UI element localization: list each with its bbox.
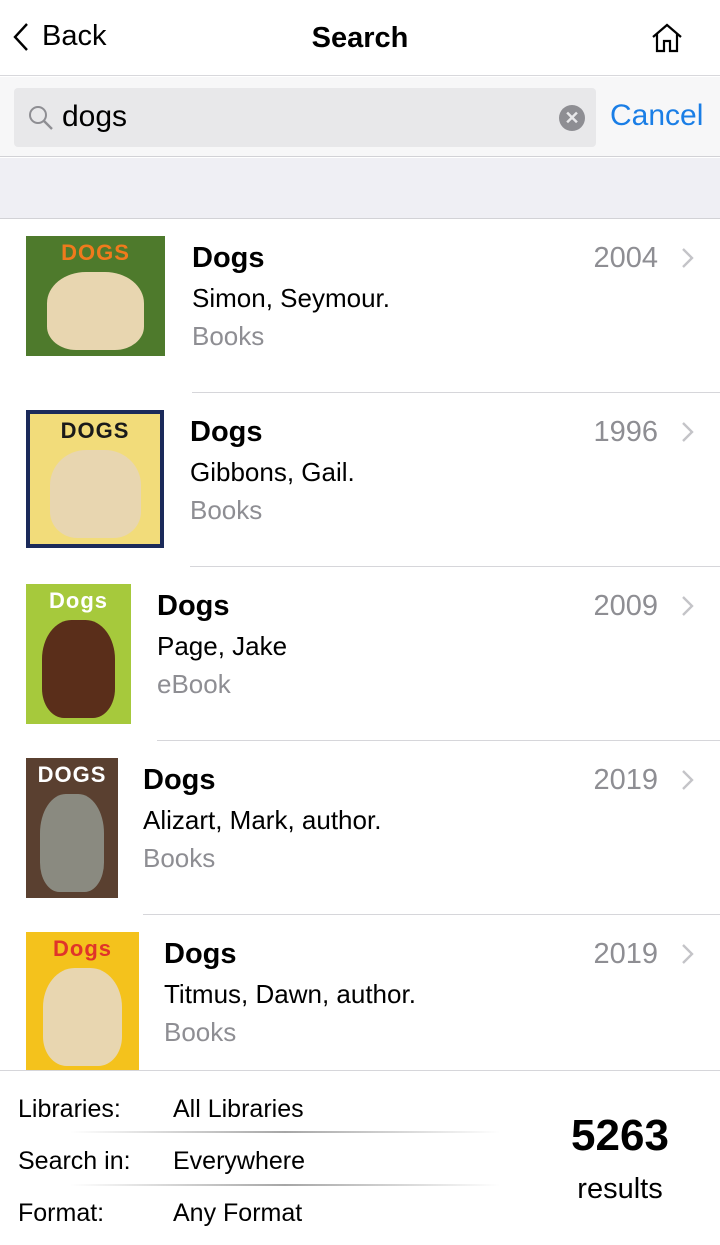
libraries-option[interactable]: Libraries: All Libraries	[18, 1095, 304, 1124]
result-author: Simon, Seymour.	[192, 283, 390, 313]
divider	[70, 1184, 500, 1186]
search-icon	[29, 106, 53, 130]
result-format: Books	[143, 843, 216, 873]
result-row[interactable]: Dogs Dogs Page, Jake eBook 2009	[0, 567, 720, 741]
search-input[interactable]	[62, 96, 542, 138]
result-author: Titmus, Dawn, author.	[164, 979, 416, 1009]
clear-icon: ✕	[564, 108, 580, 128]
format-label: Format:	[18, 1199, 105, 1227]
book-cover: DOGS	[26, 236, 165, 356]
chevron-right-icon	[682, 770, 694, 790]
navigation-bar: Back Search	[0, 0, 720, 76]
result-title: Dogs	[190, 416, 263, 448]
chevron-right-icon	[682, 248, 694, 268]
result-row[interactable]: DOGS Dogs Simon, Seymour. Books 2004	[0, 219, 720, 393]
book-cover: DOGS	[26, 758, 118, 898]
result-format: Books	[192, 321, 265, 351]
result-format: eBook	[157, 669, 231, 699]
result-row[interactable]: DOGS Dogs Alizart, Mark, author. Books 2…	[0, 741, 720, 915]
result-title: Dogs	[157, 590, 230, 622]
result-row[interactable]: Dogs Dogs Titmus, Dawn, author. Books 20…	[0, 915, 720, 1089]
results-label: results	[577, 1173, 663, 1205]
libraries-value[interactable]: All Libraries	[173, 1095, 304, 1124]
search-options-footer: Libraries: All Libraries Search in: Ever…	[0, 1070, 720, 1245]
libraries-label: Libraries:	[18, 1095, 121, 1123]
result-title: Dogs	[143, 764, 216, 796]
result-author: Alizart, Mark, author.	[143, 805, 382, 835]
result-format: Books	[190, 495, 263, 525]
home-button[interactable]	[650, 22, 684, 59]
results-list: DOGS Dogs Simon, Seymour. Books 2004 DOG…	[0, 219, 720, 1089]
search-in-label: Search in:	[18, 1147, 131, 1175]
result-year: 2019	[593, 938, 658, 970]
chevron-right-icon	[682, 944, 694, 964]
result-year: 2004	[593, 242, 658, 274]
book-cover: Dogs	[26, 584, 131, 724]
result-author: Gibbons, Gail.	[190, 457, 355, 487]
divider	[70, 1131, 500, 1133]
chevron-right-icon	[682, 596, 694, 616]
home-icon	[652, 23, 682, 53]
search-in-value[interactable]: Everywhere	[173, 1147, 305, 1176]
section-spacer	[0, 158, 720, 219]
format-value[interactable]: Any Format	[173, 1199, 302, 1228]
result-title: Dogs	[164, 938, 237, 970]
result-title: Dogs	[192, 242, 265, 274]
chevron-right-icon	[682, 422, 694, 442]
result-row[interactable]: DOGS Dogs Gibbons, Gail. Books 1996	[0, 393, 720, 567]
format-option[interactable]: Format: Any Format	[18, 1199, 302, 1228]
result-year: 1996	[593, 416, 658, 448]
page-title: Search	[311, 22, 409, 54]
book-cover: Dogs	[26, 932, 139, 1072]
result-year: 2019	[593, 764, 658, 796]
book-cover: DOGS	[26, 410, 164, 548]
results-count: 5263	[571, 1111, 669, 1160]
search-bar: ✕ Cancel	[0, 77, 720, 157]
result-author: Page, Jake	[157, 631, 288, 661]
search-field[interactable]: ✕	[14, 88, 596, 147]
result-format: Books	[164, 1017, 237, 1047]
result-year: 2009	[593, 590, 658, 622]
clear-search-button[interactable]: ✕	[559, 105, 585, 131]
cancel-button[interactable]: Cancel	[610, 99, 703, 133]
search-in-option[interactable]: Search in: Everywhere	[18, 1147, 305, 1176]
